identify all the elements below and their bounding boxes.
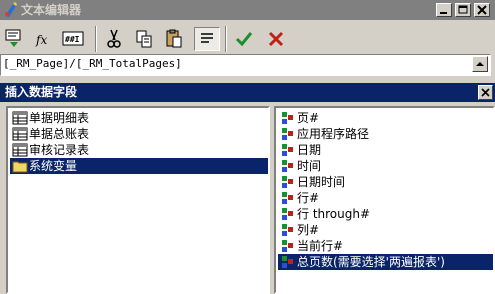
field-item[interactable]: 当前行# xyxy=(278,238,493,254)
field-icon xyxy=(280,255,296,269)
ok-button[interactable] xyxy=(232,27,258,51)
field-label: 行# xyxy=(297,191,320,205)
field-label: 时间 xyxy=(297,159,322,173)
field-item[interactable]: 列# xyxy=(278,222,493,238)
data-source-label: 审核记录表 xyxy=(29,143,90,157)
data-source-label: 单据总账表 xyxy=(29,127,90,141)
field-label: 日期时间 xyxy=(297,175,346,189)
field-item[interactable]: 总页数(需要选择'两遍报表') xyxy=(278,254,493,270)
copy-icon xyxy=(136,30,152,48)
data-source-item[interactable]: 单据明细表 xyxy=(10,110,268,126)
field-item[interactable]: 时间 xyxy=(278,158,493,174)
folder-icon xyxy=(12,159,28,173)
scissors-icon xyxy=(107,29,121,48)
svg-text:##I: ##I xyxy=(65,35,80,44)
field-icon xyxy=(280,127,296,141)
formula-input[interactable]: [_RM_Page]/[_RM_TotalPages] xyxy=(0,54,491,76)
field-item[interactable]: 日期时间 xyxy=(278,174,493,190)
app-icon xyxy=(3,2,19,18)
field-icon xyxy=(280,159,296,173)
align-lines-icon xyxy=(201,33,213,43)
data-source-label: 单据明细表 xyxy=(29,111,90,125)
field-list[interactable]: 页# 应用程序路径 日期 时间 日期时间 行# 行 through# 列# 当前行# 总页数(需要… xyxy=(274,106,495,294)
field-label: 页# xyxy=(297,111,320,125)
data-source-list[interactable]: 单据明细表单据总账表审核记录表系统变量 xyxy=(6,106,270,294)
panel-title: 插入数据字段 xyxy=(5,85,78,99)
field-label: 总页数(需要选择'两遍报表') xyxy=(297,255,445,269)
function-icon: fx xyxy=(35,33,47,47)
field-label: 日期 xyxy=(297,143,322,157)
field-icon xyxy=(280,223,296,237)
panel-close-button[interactable] xyxy=(478,85,493,100)
toolbar-separator xyxy=(95,26,97,52)
close-button[interactable] xyxy=(474,3,490,17)
field-icon xyxy=(280,207,296,221)
format-button[interactable]: ##I xyxy=(60,27,86,51)
table-icon xyxy=(12,127,28,141)
x-icon xyxy=(268,31,284,47)
function-button[interactable]: fx xyxy=(30,27,56,51)
data-source-item[interactable]: 系统变量 xyxy=(10,158,268,174)
data-source-item[interactable]: 单据总账表 xyxy=(10,126,268,142)
field-icon xyxy=(280,143,296,157)
paste-button[interactable] xyxy=(162,27,188,51)
field-item[interactable]: 应用程序路径 xyxy=(278,126,493,142)
field-icon xyxy=(280,239,296,253)
cut-button[interactable] xyxy=(102,27,128,51)
scroll-up-arrow-icon xyxy=(476,62,484,66)
data-source-label: 系统变量 xyxy=(29,159,78,173)
table-icon xyxy=(12,111,28,125)
field-item[interactable]: 页# xyxy=(278,110,493,126)
field-label: 应用程序路径 xyxy=(297,127,370,141)
field-label: 当前行# xyxy=(297,239,344,253)
paste-icon xyxy=(166,29,182,48)
field-icon xyxy=(280,191,296,205)
field-label: 行 through# xyxy=(297,207,371,221)
insert-field-button[interactable] xyxy=(2,27,28,51)
close-icon xyxy=(481,88,490,97)
table-icon xyxy=(12,143,28,157)
data-source-item[interactable]: 审核记录表 xyxy=(10,142,268,158)
field-item[interactable]: 日期 xyxy=(278,142,493,158)
insert-field-icon xyxy=(5,29,21,47)
scroll-up-button[interactable] xyxy=(472,56,488,72)
copy-button[interactable] xyxy=(132,27,158,51)
minimize-button[interactable] xyxy=(436,3,452,17)
svg-text:fx: fx xyxy=(35,33,47,47)
toolbar-separator xyxy=(225,26,227,52)
maximize-button[interactable] xyxy=(455,3,471,17)
checkmark-icon xyxy=(235,32,253,47)
field-item[interactable]: 行 through# xyxy=(278,206,493,222)
format-icon: ##I xyxy=(62,31,84,46)
window-title: 文本编辑器 xyxy=(21,3,82,17)
field-item[interactable]: 行# xyxy=(278,190,493,206)
field-label: 列# xyxy=(297,223,320,237)
word-wrap-button[interactable] xyxy=(194,27,220,51)
field-icon xyxy=(280,111,296,125)
cancel-button[interactable] xyxy=(264,27,290,51)
field-icon xyxy=(280,175,296,189)
